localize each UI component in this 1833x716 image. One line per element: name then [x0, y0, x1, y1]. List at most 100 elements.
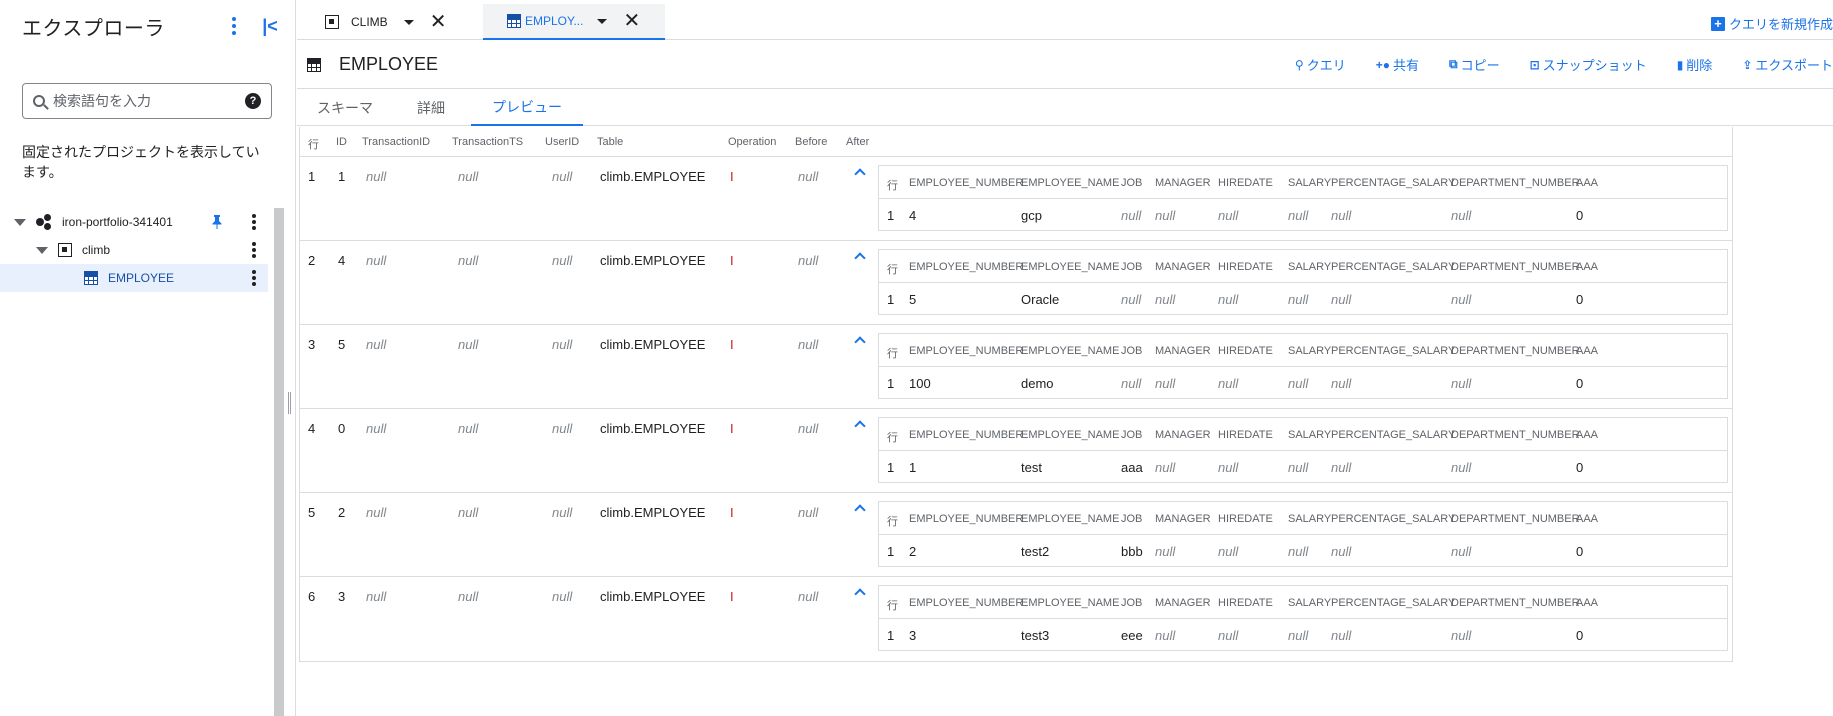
nested-column-header: HIREDATE [1218, 513, 1273, 525]
snapshot-button[interactable]: ⊡ スナップショット [1530, 55, 1647, 74]
nested-row: 1 3 test3 eee null null null null null 0 [879, 619, 1727, 651]
before-cell: null [798, 169, 819, 184]
new-query-button[interactable]: + クエリを新規作成 [1710, 14, 1833, 33]
more-vert-icon[interactable] [224, 14, 244, 38]
hiredate-cell: null [1218, 628, 1239, 643]
query-button[interactable]: ⚲ クエリ [1295, 55, 1346, 74]
close-icon[interactable]: ✕ [430, 12, 447, 32]
collapse-chevron-icon[interactable] [855, 251, 865, 261]
nested-column-header: 行 [887, 432, 898, 444]
before-cell: null [798, 505, 819, 520]
nested-column-header: EMPLOYEE_NAME [1021, 597, 1120, 609]
nested-column-header: PERCENTAGE_SALARY [1331, 261, 1456, 273]
dataset-icon [58, 243, 72, 257]
before-cell: null [798, 337, 819, 352]
table-row[interactable]: 5 2 null null null climb.EMPLOYEE I null… [300, 493, 1732, 577]
transaction-ts-cell: null [458, 169, 479, 184]
copy-button[interactable]: ⧉ コピー [1449, 55, 1500, 74]
tree-item-table[interactable]: EMPLOYEE [0, 264, 268, 292]
resize-handle[interactable] [288, 392, 291, 414]
tab-dropdown-icon[interactable] [403, 19, 414, 25]
nested-row-number: 1 [887, 544, 895, 559]
nested-column-header: SALARY [1288, 429, 1332, 441]
search-icon [33, 95, 45, 107]
manager-cell: null [1155, 376, 1176, 391]
nested-column-header: JOB [1121, 597, 1143, 609]
nested-column-header: EMPLOYEE_NUMBER [909, 429, 1024, 441]
help-icon[interactable]: ? [245, 93, 261, 109]
tab-employee[interactable]: EMPLOY... ✕ [483, 4, 665, 40]
aaa-cell: 0 [1576, 292, 1584, 307]
query-label: クエリ [1306, 58, 1346, 73]
nested-column-header: EMPLOYEE_NAME [1021, 429, 1120, 441]
table-row[interactable]: 4 0 null null null climb.EMPLOYEE I null… [300, 409, 1732, 493]
user-id-cell: null [552, 421, 573, 436]
id-cell: 0 [338, 421, 346, 436]
close-icon[interactable]: ✕ [623, 11, 640, 31]
table-menu-icon[interactable] [252, 270, 256, 286]
before-cell: null [798, 589, 819, 604]
preview-table: 行 ID TransactionID TransactionTS UserID … [299, 127, 1733, 662]
nested-column-header: AAA [1576, 429, 1599, 441]
aaa-cell: 0 [1576, 628, 1584, 643]
nested-column-header: HIREDATE [1218, 429, 1273, 441]
manager-cell: null [1155, 544, 1176, 559]
tab-bar: CLIMB ✕ EMPLOY... ✕ + クエリを新規作成 [297, 4, 1833, 40]
nested-row-number: 1 [887, 208, 895, 223]
id-cell: 3 [338, 589, 346, 604]
hiredate-cell: null [1218, 376, 1239, 391]
nested-column-header: MANAGER [1155, 429, 1211, 441]
export-button[interactable]: ⇪ エクスポート [1742, 55, 1833, 74]
dataset-menu-icon[interactable] [252, 242, 256, 258]
collapse-chevron-icon[interactable] [855, 167, 865, 177]
tab-schema[interactable]: スキーマ [297, 90, 393, 126]
tab-climb[interactable]: CLIMB ✕ [297, 4, 475, 40]
collapse-chevron-icon[interactable] [855, 335, 865, 345]
after-nested-table: 行 EMPLOYEE_NUMBER EMPLOYEE_NAME JOB MANAGER H… [878, 501, 1728, 567]
sidebar-scrollbar[interactable] [274, 208, 284, 716]
tab-dropdown-icon[interactable] [597, 18, 608, 24]
table-row[interactable]: 2 4 null null null climb.EMPLOYEE I null… [300, 241, 1732, 325]
collapse-chevron-icon[interactable] [855, 587, 865, 597]
employee-name-cell: test3 [1021, 628, 1050, 643]
search-box[interactable]: ? [22, 83, 272, 119]
nested-column-header: 行 [887, 264, 898, 276]
manager-cell: null [1155, 292, 1176, 307]
table-row[interactable]: 3 5 null null null climb.EMPLOYEE I null… [300, 325, 1732, 409]
nested-column-header: 行 [887, 180, 898, 192]
project-menu-icon[interactable] [252, 214, 256, 230]
aaa-cell: 0 [1576, 208, 1584, 223]
copy-icon: ⧉ [1449, 57, 1458, 71]
collapse-chevron-icon[interactable] [855, 419, 865, 429]
operation-cell: I [730, 421, 734, 436]
tab-details[interactable]: 詳細 [393, 90, 469, 126]
nested-column-header: HIREDATE [1218, 177, 1273, 189]
nested-header: 行 EMPLOYEE_NUMBER EMPLOYEE_NAME JOB MANAGER H… [879, 586, 1727, 619]
tree-item-project[interactable]: iron-portfolio-341401 [0, 208, 268, 236]
search-input[interactable] [53, 93, 245, 109]
after-nested-table: 行 EMPLOYEE_NUMBER EMPLOYEE_NAME JOB MANAGER H… [878, 417, 1728, 483]
table-cell: climb.EMPLOYEE [600, 337, 706, 352]
export-icon: ⇪ [1742, 57, 1753, 72]
pin-icon[interactable] [212, 215, 222, 229]
share-button[interactable]: +● 共有 [1376, 55, 1419, 74]
tab-preview[interactable]: プレビュー [471, 90, 583, 126]
collapse-chevron-icon[interactable] [855, 503, 865, 513]
nested-row: 1 5 Oracle null null null null null null 0 [879, 283, 1727, 315]
table-row[interactable]: 6 3 null null null climb.EMPLOYEE I null… [300, 577, 1732, 661]
tree-item-dataset[interactable]: climb [0, 236, 268, 264]
delete-button[interactable]: ▮ 削除 [1677, 55, 1713, 74]
table-row[interactable]: 1 1 null null null climb.EMPLOYEE I null… [300, 157, 1732, 241]
expand-caret-icon[interactable] [36, 246, 48, 254]
expand-caret-icon[interactable] [14, 218, 26, 226]
nested-row: 1 2 test2 bbb null null null null null 0 [879, 535, 1727, 567]
department-number-cell: null [1451, 208, 1472, 223]
delete-label: 削除 [1686, 58, 1713, 73]
nested-column-header: SALARY [1288, 345, 1332, 357]
nested-row: 1 1 test aaa null null null null null 0 [879, 451, 1727, 483]
salary-cell: null [1288, 544, 1309, 559]
collapse-sidebar-icon[interactable]: |< [258, 14, 282, 38]
hiredate-cell: null [1218, 460, 1239, 475]
nested-column-header: DEPARTMENT_NUMBER [1451, 597, 1580, 609]
table-body: 1 1 null null null climb.EMPLOYEE I null… [300, 157, 1732, 661]
